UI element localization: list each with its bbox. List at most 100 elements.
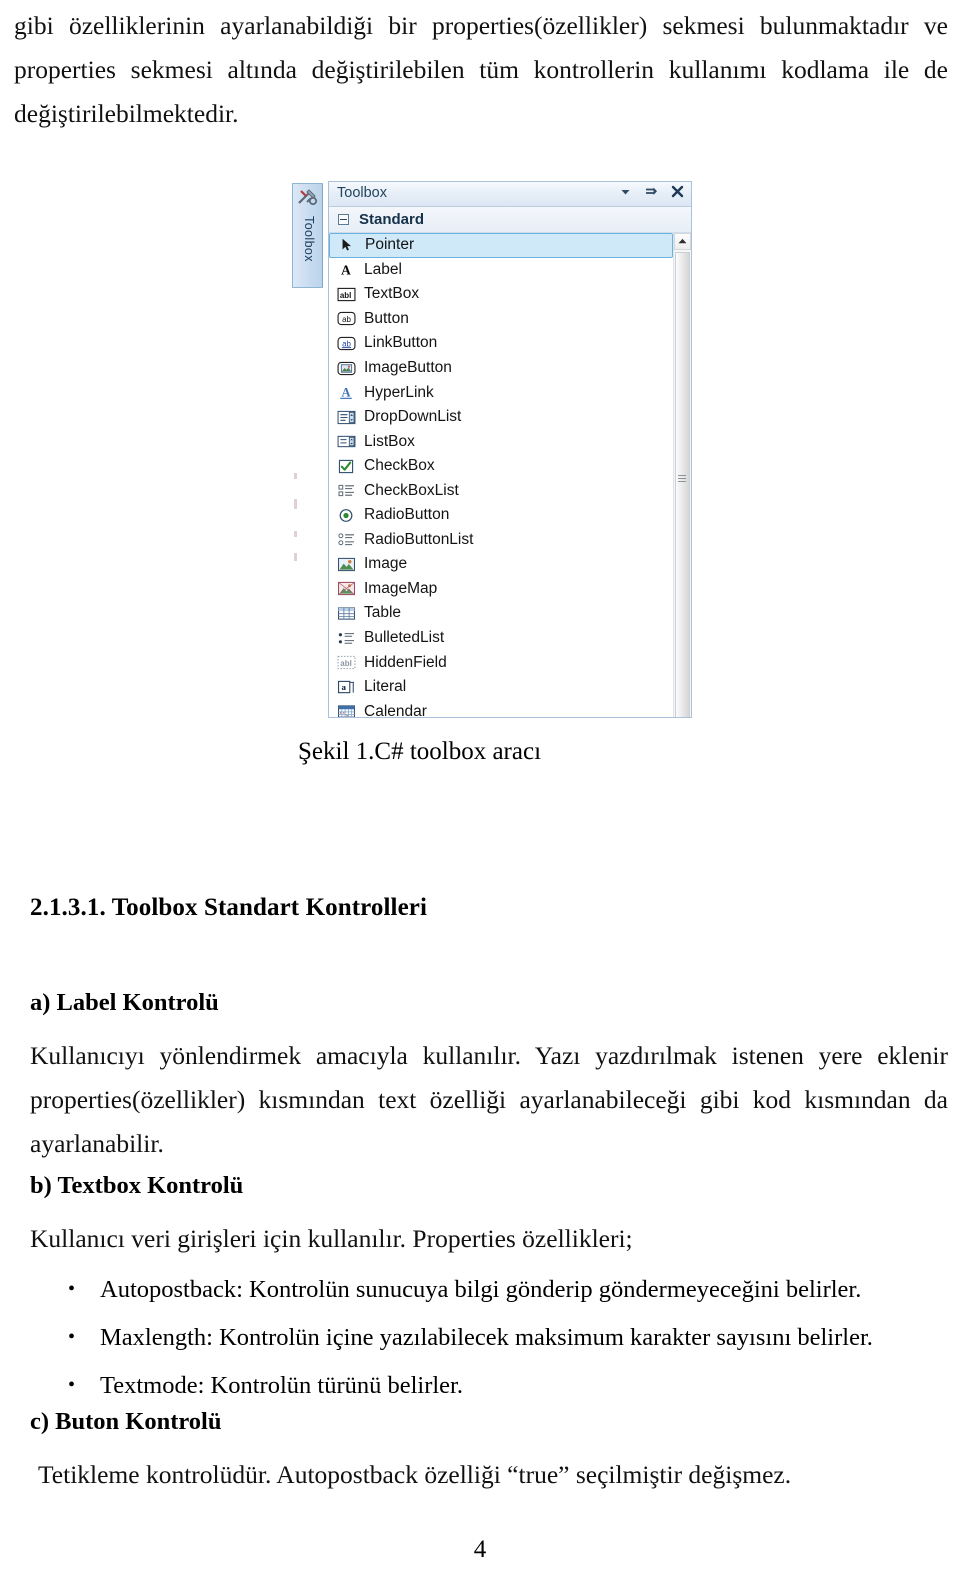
subsection-c-body: Tetikleme kontrolüdür. Autopostback özel… <box>38 1460 792 1489</box>
toolbox-item-label: Calendar <box>364 702 427 717</box>
toolbox-item-label: BulletedList <box>364 629 445 647</box>
toolbox-side-tab[interactable]: Toolbox <box>292 183 323 288</box>
toolbox-item-label: LinkButton <box>364 334 438 352</box>
toolbox-item-dropdownlist[interactable]: DropDownList <box>329 405 673 430</box>
table-icon <box>335 604 357 622</box>
subsection-b-title: b) Textbox Kontrolü <box>30 1172 244 1199</box>
page-number: 4 <box>473 1536 487 1563</box>
toolbox-item-radiobutton[interactable]: RadioButton <box>329 503 673 528</box>
list-item: Maxlength: Kontrolün içine yazılabilecek… <box>62 1313 950 1362</box>
chevron-down-icon[interactable] <box>618 184 633 199</box>
scroll-thumb-grip <box>678 475 686 483</box>
toolbox-side-tab-label: Toolbox <box>302 216 316 262</box>
toolbox-item-label: DropDownList <box>364 408 462 426</box>
radiobuttonlist-icon <box>335 531 357 549</box>
toolbox-item-hiddenfield[interactable]: abl HiddenField <box>329 650 673 675</box>
toolbox-item-pointer[interactable]: Pointer <box>329 233 673 258</box>
toolbox-scrollbar[interactable] <box>673 233 691 717</box>
scan-artifact <box>294 499 297 509</box>
svg-text:ab: ab <box>342 315 351 324</box>
toolbox-item-label: RadioButton <box>364 506 450 524</box>
label-a-icon: A <box>335 261 357 279</box>
toolbox-item-label: CheckBox <box>364 457 435 475</box>
scroll-thumb[interactable] <box>675 252 690 717</box>
toolbox-title: Toolbox <box>337 185 387 201</box>
literal-icon: aa <box>335 678 357 696</box>
collapse-minus-icon[interactable] <box>338 214 349 225</box>
toolbox-item-radiobuttonlist[interactable]: RadioButtonList <box>329 528 673 553</box>
close-icon[interactable] <box>670 184 685 199</box>
toolbox-item-linkbutton[interactable]: ab LinkButton <box>329 331 673 356</box>
toolbox-figure: Toolbox Toolbox Standard Pointer A Label… <box>292 181 692 721</box>
imagemap-icon <box>335 580 357 598</box>
list-item: Autopostback: Kontrolün sunucuya bilgi g… <box>62 1265 950 1314</box>
scan-artifact <box>294 473 297 479</box>
subsection-c-title: c) Buton Kontrolü <box>30 1408 222 1435</box>
toolbox-item-textbox[interactable]: abl TextBox <box>329 282 673 307</box>
pointer-arrow-icon <box>336 236 358 254</box>
scroll-up-arrow-icon[interactable] <box>674 233 691 250</box>
toolbox-item-label: TextBox <box>364 285 420 303</box>
document-page: gibi özelliklerinin ayarlanabildiği bir … <box>0 0 960 1580</box>
checkbox-icon <box>335 457 357 475</box>
svg-text:ab: ab <box>342 339 351 348</box>
toolbox-item-checkboxlist[interactable]: CheckBoxList <box>329 478 673 503</box>
toolbox-body: Standard Pointer A Label abl TextBox ab Button… <box>329 207 691 717</box>
toolbox-item-label: ImageMap <box>364 579 438 597</box>
toolbox-item-label: HyperLink <box>364 383 434 401</box>
subsection-a-title: a) Label Kontrolü <box>30 989 219 1016</box>
hyperlink-a-icon: A <box>335 384 357 402</box>
listbox-icon <box>335 433 357 451</box>
svg-text:abl: abl <box>340 659 352 668</box>
section-heading: 2.1.3.1. Toolbox Standart Kontrolleri <box>30 894 428 921</box>
subsection-b-body: Kullanıcı veri girişleri için kullanılır… <box>30 1224 633 1253</box>
figure-caption: Şekil 1.C# toolbox aracı <box>298 738 542 765</box>
imagebutton-icon <box>335 359 357 377</box>
toolbox-item-checkbox[interactable]: CheckBox <box>329 454 673 479</box>
toolbox-item-label: Pointer <box>365 236 415 254</box>
textbox-abl-icon: abl <box>335 285 357 303</box>
radiobutton-icon <box>335 506 357 524</box>
checkboxlist-icon <box>335 482 357 500</box>
toolbox-item-list[interactable]: Pointer A Label abl TextBox ab Button ab LinkBut… <box>329 233 673 717</box>
toolbox-group-label: Standard <box>359 211 425 228</box>
toolbox-item-label: Label <box>364 260 402 278</box>
toolbox-item-bulletedlist[interactable]: BulletedList <box>329 626 673 651</box>
toolbox-item-label: CheckBoxList <box>364 481 459 499</box>
toolbox-item-label: HiddenField <box>364 653 447 671</box>
image-icon <box>335 555 357 573</box>
calendar-icon <box>335 703 357 717</box>
toolbox-item-label[interactable]: A Label <box>329 258 673 283</box>
subsection-a-body: Kullanıcıyı yönlendirmek amacıyla kullan… <box>30 1041 948 1158</box>
toolbox-item-hyperlink[interactable]: A HyperLink <box>329 380 673 405</box>
toolbox-item-label: ListBox <box>364 432 415 450</box>
scan-artifact <box>294 531 297 537</box>
toolbox-item-label: Image <box>364 555 408 573</box>
auto-hide-pin-icon[interactable] <box>644 184 659 199</box>
bulletedlist-icon <box>335 629 357 647</box>
toolbox-item-button[interactable]: ab Button <box>329 307 673 332</box>
textbox-properties-list: Autopostback: Kontrolün sunucuya bilgi g… <box>62 1265 950 1410</box>
toolbox-group-standard[interactable]: Standard <box>329 207 691 233</box>
toolbox-item-label: Button <box>364 309 409 327</box>
toolbox-item-imagebutton[interactable]: ImageButton <box>329 356 673 381</box>
toolbox-item-calendar[interactable]: Calendar <box>329 699 673 717</box>
svg-text:abl: abl <box>339 291 351 300</box>
hiddenfield-icon: abl <box>335 654 357 672</box>
toolbox-title-bar: Toolbox <box>329 182 691 207</box>
list-item: Textmode: Kontrolün türünü belirler. <box>62 1361 950 1410</box>
svg-text:A: A <box>341 262 351 277</box>
toolbox-item-table[interactable]: Table <box>329 601 673 626</box>
toolbox-item-literal[interactable]: a a Literal <box>329 675 673 700</box>
toolbox-item-image[interactable]: Image <box>329 552 673 577</box>
toolbox-item-label: ImageButton <box>364 359 452 376</box>
toolbox-item-label: RadioButtonList <box>364 530 474 548</box>
toolbox-window-controls <box>618 184 685 199</box>
toolbox-item-listbox[interactable]: ListBox <box>329 429 673 454</box>
button-ab-icon: ab <box>335 310 357 328</box>
linkbutton-ab-icon: ab <box>335 334 357 352</box>
toolbox-window: Toolbox Standard Pointer A Label abl Tex… <box>328 181 692 718</box>
scan-artifact <box>294 553 297 561</box>
toolbox-item-label: Literal <box>364 678 407 696</box>
toolbox-item-imagemap[interactable]: ImageMap <box>329 577 673 602</box>
